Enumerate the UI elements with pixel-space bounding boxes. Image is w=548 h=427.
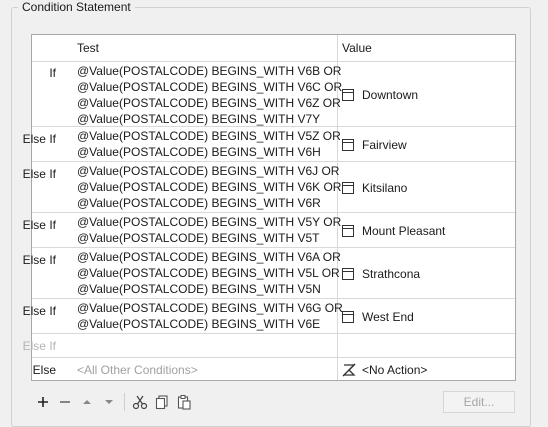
test-line: @Value(POSTALCODE) BEGINS_WITH V6C OR <box>77 80 343 94</box>
row-label-if: If <box>49 66 56 80</box>
empty-condition-row[interactable] <box>32 333 515 357</box>
test-line: @Value(POSTALCODE) BEGINS_WITH V5N <box>77 282 321 296</box>
value-text: West End <box>362 309 414 324</box>
toolbar <box>32 390 195 414</box>
minus-icon[interactable] <box>54 391 76 413</box>
test-line: @Value(POSTALCODE) BEGINS_WITH V7Y <box>77 112 321 126</box>
attribute-value-icon <box>342 224 354 237</box>
row-label: Else If <box>22 218 56 232</box>
test-line: @Value(POSTALCODE) BEGINS_WITH V5L OR <box>77 266 340 280</box>
paste-icon[interactable] <box>173 391 195 413</box>
condition-row[interactable]: @Value(POSTALCODE) BEGINS_WITH V6B OR @V… <box>32 61 515 126</box>
conditions-table: Test Value @Value(POSTALCODE) BEGINS_WIT… <box>31 34 516 381</box>
test-cell[interactable]: @Value(POSTALCODE) BEGINS_WITH V5Y OR @V… <box>77 214 342 246</box>
value-text: Fairview <box>362 137 407 152</box>
value-text: Kitsilano <box>362 180 408 195</box>
attribute-value-icon <box>342 181 354 194</box>
value-text: Strathcona <box>362 266 421 281</box>
test-cell[interactable]: @Value(POSTALCODE) BEGINS_WITH V6B OR @V… <box>77 63 343 127</box>
test-line: @Value(POSTALCODE) BEGINS_WITH V5Z OR <box>77 129 341 143</box>
condition-row[interactable]: @Value(POSTALCODE) BEGINS_WITH V6J OR @V… <box>32 161 515 212</box>
move-up-icon[interactable] <box>76 391 98 413</box>
test-line: @Value(POSTALCODE) BEGINS_WITH V6H <box>77 145 321 159</box>
test-line: @Value(POSTALCODE) BEGINS_WITH V6K OR <box>77 180 342 194</box>
value-cell[interactable]: Downtown <box>342 62 515 127</box>
test-line: @Value(POSTALCODE) BEGINS_WITH V6R <box>77 196 321 210</box>
else-row[interactable]: <All Other Conditions> <No Action> <box>32 357 515 381</box>
value-text: Mount Pleasant <box>362 223 446 238</box>
else-value-cell[interactable]: <No Action> <box>342 358 515 382</box>
row-label-empty: Else If <box>22 339 56 353</box>
test-line: @Value(POSTALCODE) BEGINS_WITH V6G OR <box>77 301 343 315</box>
test-line: @Value(POSTALCODE) BEGINS_WITH V5T <box>77 231 320 245</box>
edit-button[interactable]: Edit... <box>443 391 515 413</box>
else-value-text: <No Action> <box>362 363 428 377</box>
value-cell[interactable]: Fairview <box>342 127 515 162</box>
test-cell[interactable]: @Value(POSTALCODE) BEGINS_WITH V6A OR @V… <box>77 249 341 297</box>
attribute-value-icon <box>342 267 354 280</box>
test-line: @Value(POSTALCODE) BEGINS_WITH V5Y OR <box>77 215 342 229</box>
group-title: Condition Statement <box>18 0 135 14</box>
attribute-value-icon <box>342 138 354 151</box>
test-line: @Value(POSTALCODE) BEGINS_WITH V6B OR <box>77 64 342 78</box>
row-label: Else If <box>22 304 56 318</box>
header-test: Test <box>77 41 100 55</box>
condition-row[interactable]: @Value(POSTALCODE) BEGINS_WITH V6A OR @V… <box>32 247 515 298</box>
test-cell[interactable]: @Value(POSTALCODE) BEGINS_WITH V6G OR @V… <box>77 300 343 332</box>
value-text: Downtown <box>362 87 419 102</box>
condition-row[interactable]: @Value(POSTALCODE) BEGINS_WITH V5Y OR @V… <box>32 212 515 247</box>
condition-row[interactable]: @Value(POSTALCODE) BEGINS_WITH V5Z OR @V… <box>32 126 515 161</box>
test-line: @Value(POSTALCODE) BEGINS_WITH V6E <box>77 317 321 331</box>
copy-icon[interactable] <box>151 391 173 413</box>
value-cell[interactable]: Strathcona <box>342 248 515 299</box>
attribute-value-icon <box>342 310 354 323</box>
header-value: Value <box>342 41 372 55</box>
cut-icon[interactable] <box>129 391 151 413</box>
row-label-else: Else <box>32 363 56 377</box>
plus-icon[interactable] <box>32 391 54 413</box>
value-cell[interactable]: West End <box>342 299 515 334</box>
test-line: @Value(POSTALCODE) BEGINS_WITH V6A OR <box>77 250 341 264</box>
test-cell[interactable]: @Value(POSTALCODE) BEGINS_WITH V6J OR @V… <box>77 163 342 211</box>
row-label: Else If <box>22 132 56 146</box>
test-line: @Value(POSTALCODE) BEGINS_WITH V6J OR <box>77 164 340 178</box>
row-label: Else If <box>22 167 56 181</box>
else-test-placeholder[interactable]: <All Other Conditions> <box>77 362 335 378</box>
toolbar-separator <box>124 393 125 411</box>
move-down-icon[interactable] <box>98 391 120 413</box>
condition-row[interactable]: @Value(POSTALCODE) BEGINS_WITH V6G OR @V… <box>32 298 515 333</box>
test-cell[interactable]: @Value(POSTALCODE) BEGINS_WITH V5Z OR @V… <box>77 128 341 160</box>
test-line: @Value(POSTALCODE) BEGINS_WITH V6Z OR <box>77 96 341 110</box>
value-cell[interactable]: Mount Pleasant <box>342 213 515 248</box>
value-cell[interactable]: Kitsilano <box>342 162 515 213</box>
no-action-icon <box>342 363 356 377</box>
attribute-value-icon <box>342 88 354 101</box>
row-label: Else If <box>22 253 56 267</box>
